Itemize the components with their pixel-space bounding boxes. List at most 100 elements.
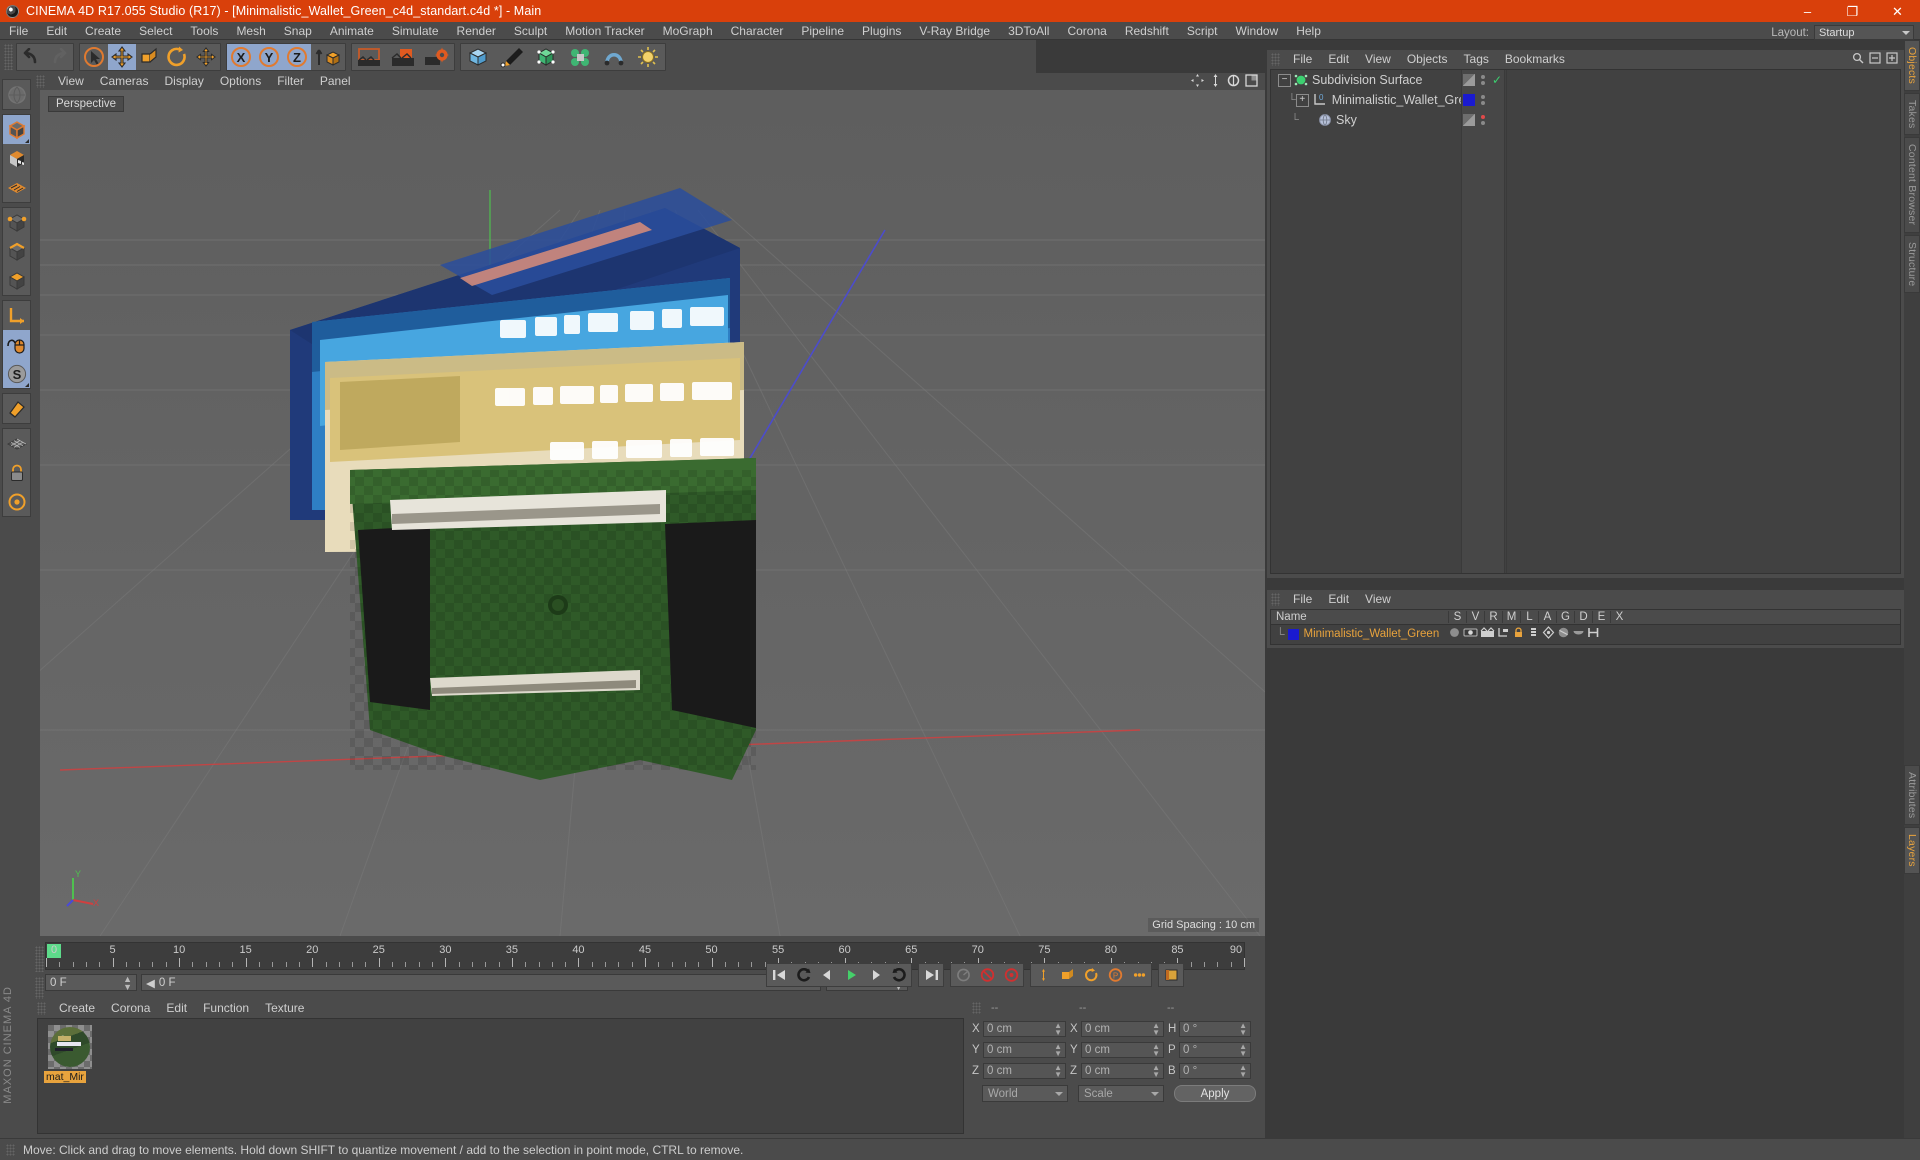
position-y-field[interactable]: 0 cm ▲ ▼ — [983, 1041, 1066, 1058]
viewport-3d[interactable]: Perspective Grid Spacing : 10 cm Y X — [40, 90, 1265, 936]
table-row[interactable]: └ Minimalistic_Wallet_Green — [1271, 625, 1900, 643]
timeline-grip[interactable] — [35, 946, 44, 972]
object-visibility-icon[interactable] — [1463, 114, 1475, 126]
menu-item-snap[interactable]: Snap — [275, 22, 321, 40]
menu-item-animate[interactable]: Animate — [321, 22, 383, 40]
viewport-menu-filter[interactable]: Filter — [269, 73, 312, 90]
material-menu-edit[interactable]: Edit — [158, 999, 195, 1017]
texture-column-e[interactable]: E — [1592, 611, 1610, 623]
stepper-icon[interactable]: ▲ ▼ — [123, 974, 132, 991]
object-menu-bookmarks[interactable]: Bookmarks — [1497, 50, 1573, 68]
zoom-view-icon[interactable] — [1209, 73, 1222, 90]
workplane-rotate-icon[interactable] — [3, 487, 30, 516]
expand-icon[interactable] — [1886, 51, 1898, 67]
preview-range-bar[interactable]: ◀ 0 F 90 F — [141, 974, 821, 991]
material-name-label[interactable]: mat_Mir — [44, 1071, 86, 1083]
viewport-menu-cameras[interactable]: Cameras — [92, 73, 157, 90]
material-tag-icon[interactable] — [1463, 94, 1475, 106]
lock-icon[interactable] — [1512, 626, 1525, 642]
menu-item-pipeline[interactable]: Pipeline — [792, 22, 853, 40]
rotation-h-field[interactable]: 0 ° ▲ ▼ — [1179, 1020, 1251, 1037]
texture-column-s[interactable]: S — [1448, 611, 1466, 623]
material-manager-grip[interactable] — [37, 1001, 46, 1015]
autokeying-icon[interactable] — [999, 964, 1023, 986]
go-to-next-key-icon[interactable] — [887, 964, 911, 986]
autokey-icon[interactable] — [951, 964, 975, 986]
menu-item-select[interactable]: Select — [130, 22, 181, 40]
viewport-visible-icon[interactable] — [1463, 626, 1478, 642]
vtab-attributes[interactable]: Attributes — [1904, 765, 1920, 826]
select-tool-icon[interactable] — [80, 44, 108, 70]
rotation-key-icon[interactable] — [1079, 964, 1103, 986]
polygon-mode-icon[interactable] — [3, 266, 30, 295]
world-object-coords-icon[interactable] — [311, 44, 345, 70]
menu-item-help[interactable]: Help — [1287, 22, 1330, 40]
material-manager-body[interactable]: mat_Mir — [37, 1018, 964, 1134]
pla-key-icon[interactable] — [1127, 964, 1151, 986]
object-menu-edit[interactable]: Edit — [1320, 50, 1357, 68]
visibility-dots-icon[interactable] — [1481, 75, 1485, 85]
object-row[interactable]: └+0 Minimalistic_Wallet_Green — [1271, 90, 1900, 110]
mouse-snap-icon[interactable] — [3, 330, 30, 359]
expander-toggle[interactable]: + — [1295, 93, 1309, 107]
texture-column-name[interactable]: Name — [1271, 611, 1448, 623]
maximize-button[interactable]: ❐ — [1830, 0, 1875, 22]
size-z-field[interactable]: 0 cm ▲ ▼ — [1081, 1062, 1164, 1079]
object-tree[interactable]: − Subdivision Surface ✓ └ +0 Minimalistic_Wal… — [1270, 69, 1901, 574]
transform-mode-dropdown[interactable]: Scale — [1078, 1085, 1164, 1102]
texture-column-x[interactable]: X — [1610, 611, 1628, 623]
menu-item-redshift[interactable]: Redshift — [1116, 22, 1178, 40]
redo-icon[interactable] — [45, 44, 73, 70]
status-bar-grip[interactable] — [6, 1143, 15, 1156]
close-button[interactable]: ✕ — [1875, 0, 1920, 22]
workplane-icon[interactable] — [3, 394, 30, 423]
array-deformer-icon[interactable] — [563, 44, 597, 70]
search-icon[interactable] — [1852, 52, 1864, 67]
go-to-start-icon[interactable] — [767, 964, 791, 986]
texture-column-g[interactable]: G — [1556, 611, 1574, 623]
position-key-icon[interactable] — [1031, 964, 1055, 986]
rotate-view-icon[interactable] — [1227, 74, 1240, 90]
visibility-dots-icon[interactable] — [1481, 115, 1485, 125]
vtab-layers[interactable]: Layers — [1904, 827, 1920, 875]
texture-column-r[interactable]: R — [1484, 611, 1502, 623]
move-tool-icon[interactable] — [108, 43, 136, 70]
toolbar-grip[interactable] — [4, 43, 13, 70]
menu-item-simulate[interactable]: Simulate — [383, 22, 448, 40]
object-menu-objects[interactable]: Objects — [1399, 50, 1456, 68]
visibility-dots-icon[interactable] — [1481, 95, 1485, 105]
cube-primitive-icon[interactable] — [461, 44, 495, 70]
vtab-structure[interactable]: Structure — [1904, 234, 1920, 294]
render-settings-icon[interactable] — [420, 44, 454, 70]
object-menu-file[interactable]: File — [1285, 50, 1320, 68]
coordinates-grip[interactable] — [972, 1001, 981, 1014]
texture-axis-icon[interactable] — [3, 173, 30, 202]
object-row[interactable]: − Subdivision Surface ✓ — [1271, 70, 1900, 90]
lock-workplane-icon[interactable] — [3, 458, 30, 487]
size-y-field[interactable]: 0 cm ▲ ▼ — [1081, 1041, 1164, 1058]
material-thumbnail[interactable] — [48, 1025, 92, 1069]
xpresso-icon[interactable] — [1587, 626, 1600, 642]
texture-menu-view[interactable]: View — [1357, 590, 1399, 608]
enabled-check-icon[interactable]: ✓ — [1492, 73, 1502, 87]
material-menu-create[interactable]: Create — [51, 999, 103, 1017]
texture-column-a[interactable]: A — [1538, 611, 1556, 623]
scale-key-icon[interactable] — [1055, 964, 1079, 986]
texture-column-l[interactable]: L — [1520, 611, 1538, 623]
size-x-field[interactable]: 0 cm ▲ ▼ — [1081, 1020, 1164, 1037]
solo-icon[interactable] — [1448, 626, 1461, 642]
position-x-field[interactable]: 0 cm ▲ ▼ — [983, 1020, 1066, 1037]
deformer-icon[interactable] — [1557, 626, 1570, 642]
go-to-previous-key-icon[interactable] — [791, 964, 815, 986]
point-mode-icon[interactable] — [3, 208, 30, 237]
menu-item-tools[interactable]: Tools — [181, 22, 227, 40]
menu-item-render[interactable]: Render — [448, 22, 505, 40]
keyframe-selection-icon[interactable] — [1159, 964, 1183, 986]
grid-plane-icon[interactable] — [3, 429, 30, 458]
rotation-b-field[interactable]: 0 ° ▲ ▼ — [1179, 1062, 1251, 1079]
menu-item-edit[interactable]: Edit — [37, 22, 76, 40]
position-z-field[interactable]: 0 cm ▲ ▼ — [983, 1062, 1066, 1079]
vtab-objects[interactable]: Objects — [1904, 40, 1920, 91]
x-axis-lock-icon[interactable]: X — [227, 43, 255, 70]
expression-icon[interactable] — [1572, 626, 1585, 642]
